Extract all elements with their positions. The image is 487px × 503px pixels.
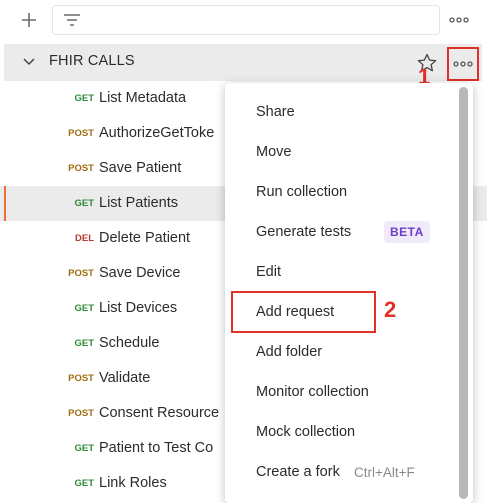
menu-scrollbar[interactable]: [459, 87, 468, 499]
method-badge: GET: [74, 338, 94, 349]
request-name: AuthorizeGetToke: [99, 125, 215, 141]
beta-badge: BETA: [384, 221, 430, 243]
menu-item-add-folder[interactable]: Add folder: [225, 333, 465, 373]
method-badge: POST: [68, 408, 94, 419]
plus-icon[interactable]: [12, 6, 46, 34]
search-input[interactable]: [52, 5, 440, 35]
request-name: Consent Resource: [99, 405, 220, 421]
menu-item-mock-collection[interactable]: Mock collection: [225, 413, 465, 453]
menu-item-share[interactable]: Share: [225, 93, 465, 133]
method-badge: POST: [68, 163, 94, 174]
menu-item-label: Monitor collection: [256, 384, 369, 400]
menu-item-label: Create a fork: [256, 464, 340, 480]
more-horizontal-icon[interactable]: [444, 6, 474, 34]
request-name: List Metadata: [99, 90, 187, 106]
method-badge: POST: [68, 373, 94, 384]
step-2-annotation: 2: [384, 297, 397, 322]
method-badge: POST: [68, 128, 94, 139]
method-badge: DEL: [75, 233, 94, 244]
request-name: Link Roles: [99, 475, 167, 491]
collection-more-button[interactable]: [447, 47, 479, 81]
method-badge: POST: [68, 268, 94, 279]
menu-item-label: Share: [256, 104, 295, 120]
menu-item-run-collection[interactable]: Run collection: [225, 173, 465, 213]
method-badge: GET: [74, 93, 94, 104]
menu-item-label: Add folder: [256, 344, 323, 360]
collection-name: FHIR CALLS: [49, 53, 135, 69]
request-name: Validate: [99, 370, 151, 386]
menu-item-create-fork[interactable]: Create a fork Ctrl+Alt+F: [225, 453, 465, 493]
menu-item-move[interactable]: Move: [225, 133, 465, 173]
add-request-highlight: [231, 291, 376, 333]
request-name: Save Device: [99, 265, 181, 281]
menu-item-monitor-collection[interactable]: Monitor collection: [225, 373, 465, 413]
method-badge: GET: [74, 303, 94, 314]
method-badge: GET: [74, 443, 94, 454]
chevron-down-icon[interactable]: [22, 55, 36, 69]
menu-scroll-thumb[interactable]: [459, 87, 468, 499]
more-horizontal-icon: [453, 61, 473, 67]
sidebar-toolbar: [0, 0, 487, 40]
menu-item-generate-tests[interactable]: Generate tests BETA: [225, 213, 465, 253]
menu-item-label: Move: [256, 144, 292, 160]
menu-item-edit[interactable]: Edit: [225, 253, 465, 293]
request-name: Patient to Test Co: [99, 440, 214, 456]
method-badge: GET: [74, 198, 94, 209]
request-name: Delete Patient: [99, 230, 191, 246]
request-name: Schedule: [99, 335, 160, 351]
filter-icon[interactable]: [55, 6, 89, 34]
menu-item-label: Run collection: [256, 184, 348, 200]
request-name: List Devices: [99, 300, 178, 316]
menu-item-label: Generate tests: [256, 224, 352, 240]
method-badge: GET: [74, 478, 94, 489]
request-name: List Patients: [99, 195, 178, 211]
menu-item-shortcut: Ctrl+Alt+F: [354, 465, 415, 480]
request-name: Save Patient: [99, 160, 182, 176]
collection-context-menu: Share Move Run collection Generate tests…: [225, 83, 473, 503]
menu-item-label: Mock collection: [256, 424, 356, 440]
menu-item-label: Edit: [256, 264, 281, 280]
collection-header[interactable]: FHIR CALLS: [4, 44, 482, 81]
